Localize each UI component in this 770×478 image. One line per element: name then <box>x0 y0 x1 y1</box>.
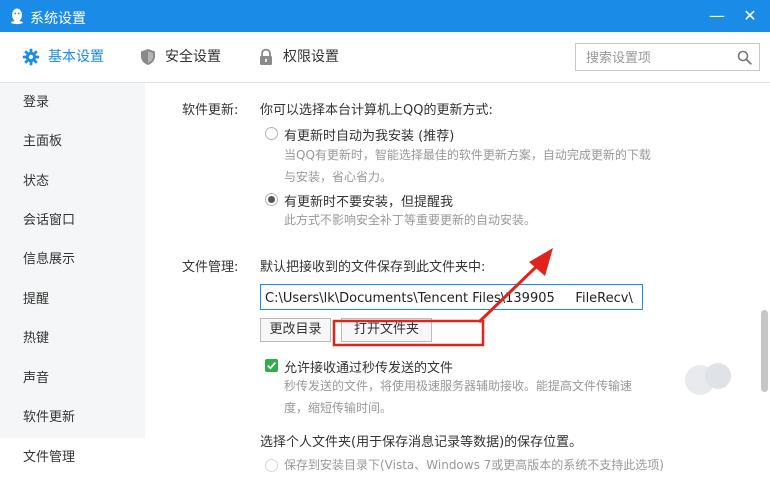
auto-install-radio[interactable] <box>265 127 278 140</box>
change-directory-button[interactable]: 更改目录 <box>260 318 331 342</box>
save-install-dir-label: 保存到安装目录下(Vista、Windows 7或更高版本的系统不支持此选项) <box>284 458 664 472</box>
search-input[interactable] <box>584 45 728 71</box>
tab-security-settings[interactable]: 安全设置 <box>139 46 229 68</box>
sidebar-item-main-panel[interactable]: 主面板 <box>0 122 145 162</box>
allow-instant-transfer-label[interactable]: 允许接收通过秒传发送的文件 <box>284 357 453 376</box>
scrollbar-thumb[interactable] <box>761 310 768 392</box>
search-box[interactable] <box>575 43 760 71</box>
tab-basic-settings[interactable]: 基本设置 <box>22 46 112 68</box>
sidebar-item-status[interactable]: 状态 <box>0 162 145 202</box>
sidebar-item-software-update[interactable]: 软件更新 <box>0 398 145 438</box>
sidebar-item-chat-window[interactable]: 会话窗口 <box>0 201 145 241</box>
notify-only-label[interactable]: 有更新时不要安装，但提醒我 <box>284 191 453 210</box>
gear-icon <box>22 48 40 66</box>
sidebar-item-hotkey[interactable]: 热键 <box>0 319 145 359</box>
allow-instant-transfer-checkbox[interactable] <box>265 359 278 372</box>
redaction-blur <box>705 363 731 389</box>
tab-label: 安全设置 <box>165 49 221 65</box>
tab-bar: 基本设置 安全设置 权限设置 <box>0 32 770 83</box>
sidebar: 登录 主面板 状态 会话窗口 信息展示 提醒 热键 声音 软件更新 文件管理 <box>0 83 145 478</box>
close-button[interactable]: ✕ <box>737 4 763 28</box>
open-folder-button[interactable]: 打开文件夹 <box>341 318 432 342</box>
auto-install-label[interactable]: 有更新时自动为我安装 (推荐) <box>284 125 454 144</box>
sidebar-item-login[interactable]: 登录 <box>0 83 145 123</box>
software-update-prompt: 你可以选择本台计算机上QQ的更新方式: <box>260 103 493 118</box>
minimize-button[interactable]: — <box>704 4 730 28</box>
notify-only-desc: 此方式不影响安全补丁等重要更新的自动安装。 <box>284 213 537 227</box>
tab-permission-settings[interactable]: 权限设置 <box>257 46 347 68</box>
sidebar-item-sound[interactable]: 声音 <box>0 359 145 399</box>
file-management-label: 文件管理: <box>182 260 239 275</box>
allow-instant-transfer-desc-line2: 度，缩短传输时间。 <box>284 401 393 415</box>
allow-instant-transfer-desc-line1: 秒传发送的文件，将使用极速服务器辅助接收。能提高文件传输速 <box>284 379 633 393</box>
search-icon[interactable] <box>737 50 752 65</box>
sidebar-item-info-display[interactable]: 信息展示 <box>0 240 145 280</box>
notify-only-radio[interactable] <box>265 193 278 206</box>
tab-label: 权限设置 <box>283 49 339 65</box>
shield-icon <box>141 49 155 65</box>
scrollbar-track[interactable] <box>760 83 770 474</box>
sidebar-item-reminder[interactable]: 提醒 <box>0 280 145 320</box>
receive-folder-path-field[interactable] <box>260 284 643 310</box>
title-bar: 系统设置 — ✕ <box>0 0 770 32</box>
file-management-prompt: 默认把接收到的文件保存到此文件夹中: <box>260 260 486 275</box>
checkmark-icon <box>267 362 277 370</box>
settings-content: 软件更新: 你可以选择本台计算机上QQ的更新方式: 有更新时自动为我安装 (推荐… <box>145 83 760 474</box>
window-title: 系统设置 <box>30 11 86 27</box>
auto-install-desc-line2: 与安装，省心省力。 <box>284 170 393 184</box>
tab-label: 基本设置 <box>48 49 104 65</box>
auto-install-desc-line1: 当QQ有更新时，智能选择最佳的软件更新方案，自动完成更新的下载 <box>284 148 651 162</box>
sidebar-item-file-management[interactable]: 文件管理 <box>0 438 145 478</box>
software-update-label: 软件更新: <box>182 103 239 118</box>
save-install-dir-radio[interactable] <box>265 459 278 472</box>
qq-penguin-icon <box>11 8 23 25</box>
lock-icon <box>260 48 272 65</box>
personal-folder-prompt: 选择个人文件夹(用于保存消息记录等数据)的保存位置。 <box>260 435 583 450</box>
receive-folder-path-input[interactable] <box>263 286 642 309</box>
